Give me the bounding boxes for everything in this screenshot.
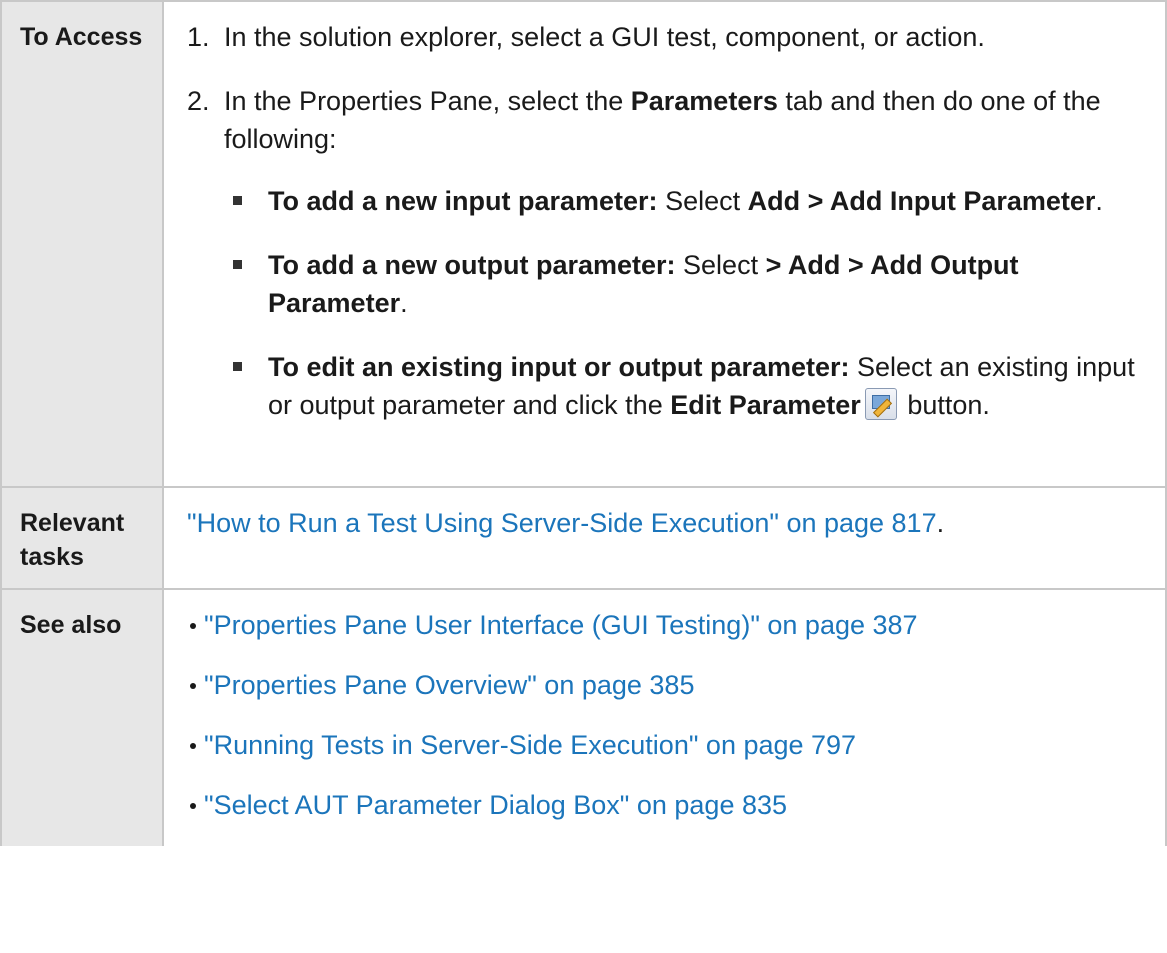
options-list: To add a new input parameter: Select Add… bbox=[224, 182, 1165, 426]
see-also-list: "Properties Pane User Interface (GUI Tes… bbox=[164, 590, 1165, 824]
square-bullet-icon bbox=[233, 260, 242, 269]
option-title: To edit an existing input or output para… bbox=[268, 352, 850, 382]
bullet-icon bbox=[190, 683, 196, 689]
row-header: Relevant tasks bbox=[0, 486, 164, 590]
steps-list: 1. In the solution explorer, select a GU… bbox=[164, 18, 1165, 426]
step-number: 1. bbox=[187, 22, 210, 52]
list-item: "Properties Pane User Interface (GUI Tes… bbox=[164, 606, 1165, 644]
option-item: To add a new input parameter: Select Add… bbox=[224, 182, 1165, 220]
list-item: "Running Tests in Server-Side Execution"… bbox=[164, 726, 1165, 764]
option-text: Select bbox=[657, 186, 748, 216]
row-body: "Properties Pane User Interface (GUI Tes… bbox=[162, 588, 1167, 846]
bullet-icon bbox=[190, 803, 196, 809]
option-item: To edit an existing input or output para… bbox=[224, 348, 1165, 426]
option-text: Select bbox=[675, 250, 766, 280]
option-item: To add a new output parameter: Select > … bbox=[224, 246, 1165, 322]
bullet-icon bbox=[190, 743, 196, 749]
edit-parameter-icon bbox=[864, 387, 897, 420]
row-body: "How to Run a Test Using Server-Side Exe… bbox=[162, 486, 1167, 590]
step-text: In the solution explorer, select a GUI t… bbox=[224, 22, 985, 52]
see-also-link[interactable]: "Properties Pane Overview" on page 385 bbox=[204, 670, 694, 700]
option-title: To add a new input parameter: bbox=[268, 186, 658, 216]
option-command: Edit Parameter bbox=[670, 390, 861, 420]
step-number: 2. bbox=[187, 86, 210, 116]
list-item: "Properties Pane Overview" on page 385 bbox=[164, 666, 1165, 704]
step-text-pre: In the Properties Pane, select the bbox=[224, 86, 631, 116]
square-bullet-icon bbox=[233, 196, 242, 205]
square-bullet-icon bbox=[233, 362, 242, 371]
list-item: "Select AUT Parameter Dialog Box" on pag… bbox=[164, 786, 1165, 824]
table-row-to-access: To Access 1. In the solution explorer, s… bbox=[0, 0, 1167, 488]
table-row-see-also: See also "Properties Pane User Interface… bbox=[0, 588, 1167, 846]
row-header: See also bbox=[0, 588, 164, 846]
see-also-link[interactable]: "Properties Pane User Interface (GUI Tes… bbox=[204, 610, 918, 640]
step-item: 2. In the Properties Pane, select the Pa… bbox=[164, 82, 1165, 426]
bullet-icon bbox=[190, 623, 196, 629]
step-item: 1. In the solution explorer, select a GU… bbox=[164, 18, 1165, 56]
option-end: . bbox=[400, 288, 408, 318]
option-command: Add > Add Input Parameter bbox=[747, 186, 1096, 216]
option-end: . bbox=[1095, 186, 1103, 216]
info-table: To Access 1. In the solution explorer, s… bbox=[0, 0, 1167, 846]
row-body: 1. In the solution explorer, select a GU… bbox=[162, 0, 1167, 488]
table-row-relevant-tasks: Relevant tasks "How to Run a Test Using … bbox=[0, 486, 1167, 590]
option-title: To add a new output parameter: bbox=[268, 250, 676, 280]
link-end: . bbox=[936, 508, 945, 538]
see-also-link[interactable]: "Select AUT Parameter Dialog Box" on pag… bbox=[204, 790, 787, 820]
see-also-link[interactable]: "Running Tests in Server-Side Execution"… bbox=[204, 730, 856, 760]
row-header: To Access bbox=[0, 0, 164, 488]
relevant-task-link[interactable]: "How to Run a Test Using Server-Side Exe… bbox=[187, 508, 937, 538]
option-end: button. bbox=[899, 390, 990, 420]
step-text-bold: Parameters bbox=[630, 86, 778, 116]
